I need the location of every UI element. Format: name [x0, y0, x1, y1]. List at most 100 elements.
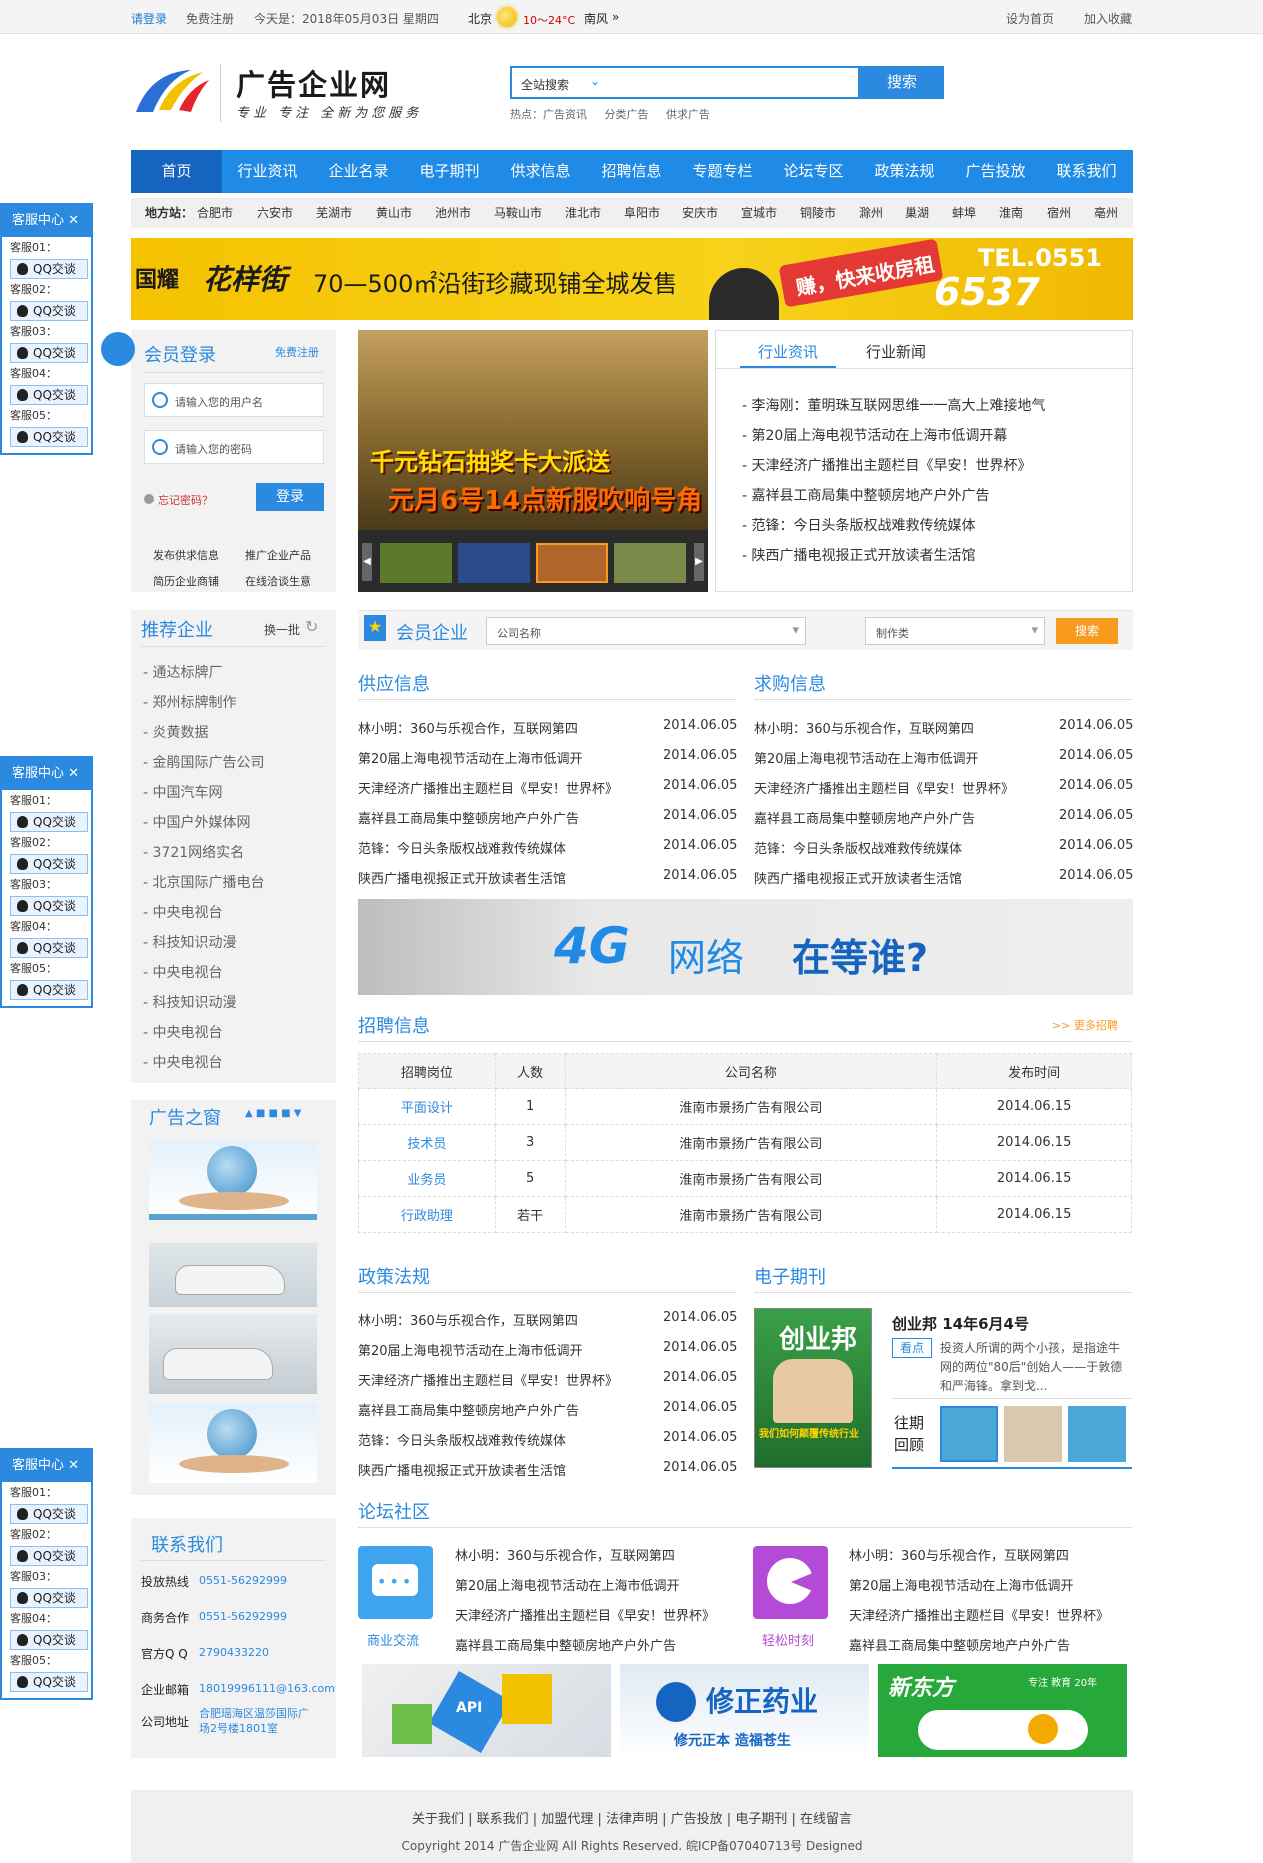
- list-item[interactable]: 林小明：360与乐视合作，互联网第四: [358, 1310, 578, 1329]
- recommend-item[interactable]: - 中国户外媒体网: [143, 812, 251, 832]
- news-item[interactable]: - 第20届上海电视节活动在上海市低调开幕: [742, 425, 1007, 445]
- forum-post[interactable]: 第20届上海电视节活动在上海市低调开: [455, 1575, 680, 1594]
- password-field[interactable]: 请输入您的密码: [144, 430, 324, 464]
- recommend-item[interactable]: - 中央电视台: [143, 962, 223, 982]
- slider-thumb[interactable]: [380, 543, 452, 583]
- past-issue-thumb[interactable]: [940, 1406, 998, 1462]
- slider-thumb[interactable]: [614, 543, 686, 583]
- forum-post[interactable]: 林小明：360与乐视合作，互联网第四: [455, 1545, 675, 1564]
- footer-link[interactable]: 联系我们: [477, 1812, 529, 1827]
- qq-chat-button[interactable]: QQ交谈: [10, 385, 88, 405]
- area-link[interactable]: 黄山市: [376, 198, 412, 228]
- area-link[interactable]: 安庆市: [682, 198, 718, 228]
- news-item[interactable]: - 陕西广播电视报正式开放读者生活馆: [742, 545, 976, 565]
- area-link[interactable]: 六安市: [257, 198, 293, 228]
- list-item[interactable]: 第20届上海电视节活动在上海市低调开: [358, 748, 583, 767]
- api-ad-image[interactable]: API: [362, 1664, 611, 1757]
- area-link[interactable]: 马鞍山市: [494, 198, 542, 228]
- qq-chat-button[interactable]: QQ交谈: [10, 896, 88, 916]
- magazine-cover[interactable]: 创业邦 我们如何颠覆传统行业: [754, 1308, 872, 1468]
- nav-item[interactable]: 联系我们: [1041, 150, 1132, 193]
- footer-link[interactable]: 电子期刊: [735, 1812, 787, 1827]
- list-item[interactable]: 陕西广播电视报正式开放读者生活馆: [358, 868, 566, 887]
- set-home-link[interactable]: 设为首页: [1006, 10, 1054, 27]
- xdf-ad-image[interactable]: 新东方 专注 教育 20年: [878, 1664, 1127, 1757]
- quick-link[interactable]: 简历企业商铺: [153, 573, 219, 589]
- search-input[interactable]: 全站搜索 ⌄: [510, 66, 860, 99]
- nav-item[interactable]: 论坛专区: [768, 150, 859, 193]
- forum-title[interactable]: 论坛社区: [358, 1498, 430, 1524]
- area-link[interactable]: 芜湖市: [316, 198, 352, 228]
- username-field[interactable]: 请输入您的用户名: [144, 383, 324, 417]
- news-item[interactable]: - 嘉祥县工商局集中整顿房地产户外广告: [742, 485, 990, 505]
- area-link[interactable]: 滁州: [859, 198, 883, 228]
- nav-item[interactable]: 电子期刊: [404, 150, 495, 193]
- list-item[interactable]: 嘉祥县工商局集中整顿房地产户外广告: [358, 1400, 579, 1419]
- login-button[interactable]: 登录: [256, 483, 324, 511]
- list-item[interactable]: 嘉祥县工商局集中整顿房地产户外广告: [754, 808, 975, 827]
- job-title-link[interactable]: 业务员: [358, 1160, 496, 1197]
- nav-item[interactable]: 专题专栏: [677, 150, 768, 193]
- list-item[interactable]: 林小明：360与乐视合作，互联网第四: [754, 718, 974, 737]
- demand-title[interactable]: 求购信息: [754, 670, 826, 696]
- register-link[interactable]: 免费注册: [275, 344, 319, 360]
- news-item[interactable]: - 天津经济广播推出主题栏目《早安！世界杯》: [742, 455, 1032, 475]
- news-item[interactable]: - 范锋：今日头条版权战难救传统媒体: [742, 515, 976, 535]
- forum-post[interactable]: 天津经济广播推出主题栏目《早安！世界杯》: [455, 1605, 715, 1624]
- recommend-item[interactable]: - 中央电视台: [143, 902, 223, 922]
- list-item[interactable]: 范锋：今日头条版权战难救传统媒体: [754, 838, 962, 857]
- car-image[interactable]: [149, 1243, 317, 1307]
- type-select[interactable]: 制作类 ▾: [865, 617, 1045, 645]
- list-item[interactable]: 范锋：今日头条版权战难救传统媒体: [358, 838, 566, 857]
- quick-link[interactable]: 在线洽谈生意: [245, 573, 311, 589]
- jobs-title[interactable]: 招聘信息: [358, 1012, 430, 1038]
- qq-chat-button[interactable]: QQ交谈: [10, 854, 88, 874]
- list-item[interactable]: 第20届上海电视节活动在上海市低调开: [754, 748, 979, 767]
- qq-chat-button[interactable]: QQ交谈: [10, 980, 88, 1000]
- job-title-link[interactable]: 行政助理: [358, 1196, 496, 1233]
- recommend-item[interactable]: - 金鹃国际广告公司: [143, 752, 265, 772]
- area-link[interactable]: 蚌埠: [952, 198, 976, 228]
- refresh-icon[interactable]: ↻: [305, 617, 318, 636]
- list-item[interactable]: 第20届上海电视节活动在上海市低调开: [358, 1340, 583, 1359]
- area-link[interactable]: 宿州: [1047, 198, 1071, 228]
- hot-link[interactable]: 分类广告: [605, 108, 649, 121]
- qq-chat-button[interactable]: QQ交谈: [10, 1672, 88, 1692]
- area-link[interactable]: 淮北市: [565, 198, 601, 228]
- slider-thumb[interactable]: [458, 543, 530, 583]
- nav-item[interactable]: 招聘信息: [586, 150, 677, 193]
- login-link[interactable]: 请登录: [131, 10, 167, 27]
- contact-value[interactable]: 2790433220: [199, 1646, 269, 1659]
- area-link[interactable]: 淮南: [999, 198, 1023, 228]
- forum-category-label[interactable]: 商业交流: [367, 1630, 419, 1649]
- close-icon[interactable]: ✕: [68, 213, 79, 228]
- past-issue-thumb[interactable]: [1004, 1406, 1062, 1462]
- tab-industry-info[interactable]: 行业资讯: [758, 341, 818, 362]
- area-link[interactable]: 亳州: [1094, 198, 1118, 228]
- area-link[interactable]: 阜阳市: [624, 198, 660, 228]
- list-item[interactable]: 天津经济广播推出主题栏目《早安！世界杯》: [754, 778, 1014, 797]
- recommend-item[interactable]: - 通达标牌厂: [143, 662, 223, 682]
- nav-item[interactable]: 行业资讯: [222, 150, 313, 193]
- recommend-item[interactable]: - 郑州标牌制作: [143, 692, 237, 712]
- past-issues-label[interactable]: 回顾: [894, 1434, 924, 1455]
- qq-chat-button[interactable]: QQ交谈: [10, 343, 88, 363]
- site-title[interactable]: 广告企业网: [236, 62, 391, 104]
- footer-link[interactable]: 在线留言: [800, 1812, 852, 1827]
- recommend-item[interactable]: - 中央电视台: [143, 1052, 223, 1072]
- more-jobs-link[interactable]: >> 更多招聘: [1052, 1017, 1118, 1033]
- recommend-item[interactable]: - 3721网络实名: [143, 842, 244, 862]
- close-icon[interactable]: ✕: [68, 1458, 79, 1473]
- quick-link[interactable]: 推广企业产品: [245, 547, 311, 563]
- list-item[interactable]: 天津经济广播推出主题栏目《早安！世界杯》: [358, 1370, 618, 1389]
- footer-link[interactable]: 关于我们: [412, 1812, 464, 1827]
- nav-item[interactable]: 政策法规: [859, 150, 950, 193]
- contact-value[interactable]: 0551-56292999: [199, 1574, 287, 1587]
- list-item[interactable]: 林小明：360与乐视合作，互联网第四: [358, 718, 578, 737]
- car-image[interactable]: [149, 1314, 317, 1394]
- company-name-select[interactable]: 公司名称 ▾: [486, 617, 806, 645]
- supply-title[interactable]: 供应信息: [358, 670, 430, 696]
- qq-chat-button[interactable]: QQ交谈: [10, 427, 88, 447]
- emag-title[interactable]: 电子期刊: [754, 1263, 826, 1289]
- past-issue-thumb[interactable]: [1068, 1406, 1126, 1462]
